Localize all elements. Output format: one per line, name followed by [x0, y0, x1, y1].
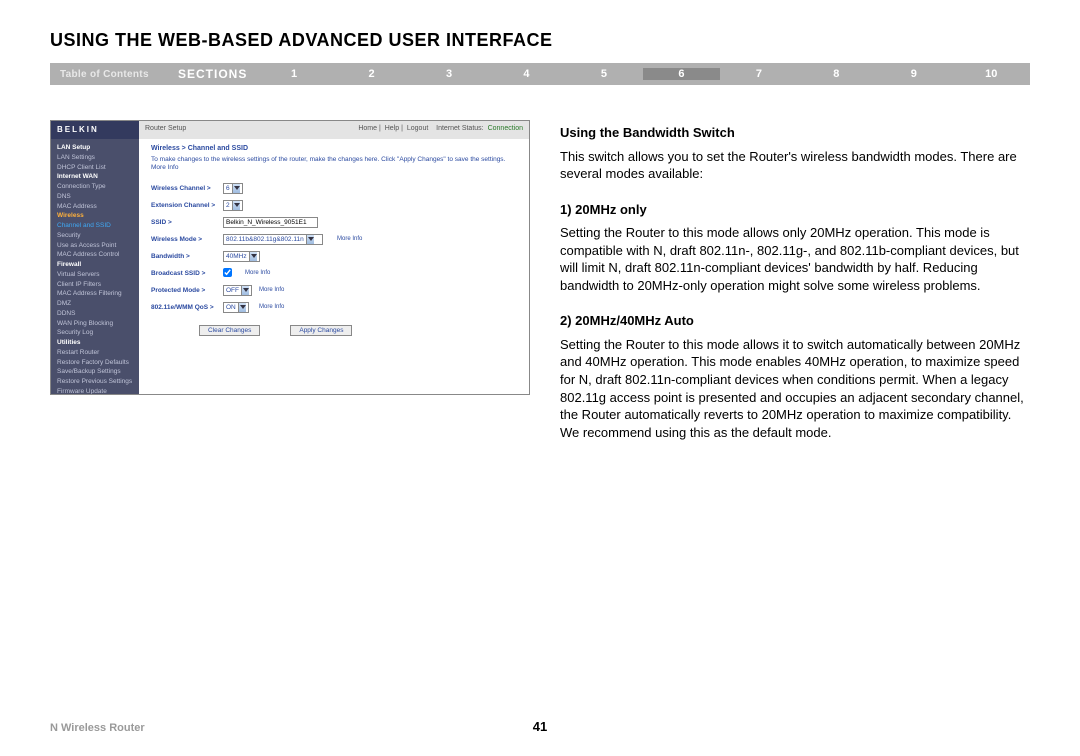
- para-20mhz: Setting the Router to this mode allows o…: [560, 224, 1030, 294]
- router-instructions: To make changes to the wireless settings…: [151, 156, 517, 173]
- sidebar-utilities[interactable]: Utilities: [57, 338, 133, 348]
- sidebar-mac-control[interactable]: MAC Address Control: [57, 250, 133, 260]
- section-link-8[interactable]: 8: [798, 68, 875, 80]
- sidebar-wan-ping[interactable]: WAN Ping Blocking: [57, 319, 133, 329]
- wireless-mode-label: Wireless Mode >: [151, 236, 223, 243]
- wireless-channel-select[interactable]: 6: [223, 183, 243, 194]
- bandwidth-label: Bandwidth >: [151, 253, 223, 260]
- sidebar-security-log[interactable]: Security Log: [57, 328, 133, 338]
- sidebar-ddns[interactable]: DDNS: [57, 309, 133, 319]
- sidebar-security[interactable]: Security: [57, 231, 133, 241]
- wmm-qos-select[interactable]: ON: [223, 302, 249, 313]
- sidebar-save-backup[interactable]: Save/Backup Settings: [57, 367, 133, 377]
- section-link-6[interactable]: 6: [643, 68, 720, 80]
- section-link-10[interactable]: 10: [953, 68, 1030, 80]
- clear-changes-button[interactable]: Clear Changes: [199, 325, 260, 336]
- chevron-down-icon: [232, 184, 240, 193]
- wireless-mode-more-info[interactable]: More Info: [337, 236, 362, 242]
- page-number: 41: [0, 719, 1080, 734]
- broadcast-ssid-label: Broadcast SSID >: [151, 270, 223, 277]
- chevron-down-icon: [306, 235, 314, 244]
- sidebar-mac-filtering[interactable]: MAC Address Filtering: [57, 289, 133, 299]
- bandwidth-select[interactable]: 40MHz: [223, 251, 260, 262]
- sections-label: SECTIONS: [170, 67, 255, 81]
- wireless-mode-select[interactable]: 802.11b&802.11g&802.11n: [223, 234, 323, 245]
- page-title: USING THE WEB-BASED ADVANCED USER INTERF…: [50, 30, 1030, 51]
- internet-status-label: Internet Status:: [436, 125, 483, 132]
- section-link-9[interactable]: 9: [875, 68, 952, 80]
- sidebar-lan-setup[interactable]: LAN Setup: [57, 143, 133, 153]
- router-sidebar: LAN Setup LAN Settings DHCP Client List …: [51, 139, 139, 394]
- broadcast-ssid-checkbox[interactable]: [223, 268, 232, 277]
- home-link[interactable]: Home: [358, 125, 377, 132]
- sidebar-use-ap[interactable]: Use as Access Point: [57, 241, 133, 251]
- belkin-logo: BELKIN: [51, 121, 139, 139]
- sidebar-client-ip-filters[interactable]: Client IP Filters: [57, 280, 133, 290]
- sidebar-virtual-servers[interactable]: Virtual Servers: [57, 270, 133, 280]
- sidebar-dns[interactable]: DNS: [57, 192, 133, 202]
- section-link-3[interactable]: 3: [410, 68, 487, 80]
- table-of-contents-link[interactable]: Table of Contents: [50, 69, 170, 80]
- chevron-down-icon: [238, 303, 246, 312]
- sidebar-dmz[interactable]: DMZ: [57, 299, 133, 309]
- chevron-down-icon: [232, 201, 240, 210]
- heading-bandwidth-switch: Using the Bandwidth Switch: [560, 124, 1030, 142]
- heading-20mhz-only: 1) 20MHz only: [560, 201, 1030, 219]
- sidebar-firmware-update[interactable]: Firmware Update: [57, 387, 133, 395]
- section-link-7[interactable]: 7: [720, 68, 797, 80]
- router-breadcrumb: Wireless > Channel and SSID: [151, 145, 517, 152]
- apply-changes-button[interactable]: Apply Changes: [290, 325, 352, 336]
- sidebar-wireless[interactable]: Wireless: [57, 211, 133, 221]
- internet-status-value: Connection: [488, 125, 523, 132]
- chevron-down-icon: [241, 286, 249, 295]
- protected-mode-label: Protected Mode >: [151, 287, 223, 294]
- sidebar-restore-defaults[interactable]: Restore Factory Defaults: [57, 358, 133, 368]
- wmm-qos-label: 802.11e/WMM QoS >: [151, 304, 223, 311]
- para-intro: This switch allows you to set the Router…: [560, 148, 1030, 183]
- broadcast-ssid-more-info[interactable]: More Info: [245, 270, 270, 276]
- section-link-4[interactable]: 4: [488, 68, 565, 80]
- section-link-1[interactable]: 1: [255, 68, 332, 80]
- logout-link[interactable]: Logout: [407, 125, 428, 132]
- section-link-5[interactable]: 5: [565, 68, 642, 80]
- section-link-2[interactable]: 2: [333, 68, 410, 80]
- sidebar-restart[interactable]: Restart Router: [57, 348, 133, 358]
- router-setup-label: Router Setup: [145, 125, 186, 135]
- sidebar-internet-wan[interactable]: Internet WAN: [57, 172, 133, 182]
- extension-channel-select[interactable]: 2: [223, 200, 243, 211]
- sidebar-channel-ssid[interactable]: Channel and SSID: [57, 221, 133, 231]
- ssid-label: SSID >: [151, 219, 223, 226]
- section-navbar: Table of Contents SECTIONS 1 2 3 4 5 6 7…: [50, 63, 1030, 85]
- extension-channel-label: Extension Channel >: [151, 202, 223, 209]
- heading-20-40-auto: 2) 20MHz/40MHz Auto: [560, 312, 1030, 330]
- chevron-down-icon: [249, 252, 257, 261]
- wireless-channel-label: Wireless Channel >: [151, 185, 223, 192]
- ssid-input[interactable]: [223, 217, 318, 228]
- sidebar-mac-address[interactable]: MAC Address: [57, 202, 133, 212]
- para-20-40-auto: Setting the Router to this mode allows i…: [560, 336, 1030, 441]
- help-link[interactable]: Help: [385, 125, 399, 132]
- protected-mode-select[interactable]: OFF: [223, 285, 252, 296]
- sidebar-dhcp[interactable]: DHCP Client List: [57, 163, 133, 173]
- sidebar-firewall[interactable]: Firewall: [57, 260, 133, 270]
- sidebar-restore-previous[interactable]: Restore Previous Settings: [57, 377, 133, 387]
- protected-mode-more-info[interactable]: More Info: [259, 287, 284, 293]
- sidebar-connection-type[interactable]: Connection Type: [57, 182, 133, 192]
- sidebar-lan-settings[interactable]: LAN Settings: [57, 153, 133, 163]
- router-admin-screenshot: BELKIN Router Setup Home | Help | Logout…: [50, 120, 530, 395]
- wmm-qos-more-info[interactable]: More Info: [259, 304, 284, 310]
